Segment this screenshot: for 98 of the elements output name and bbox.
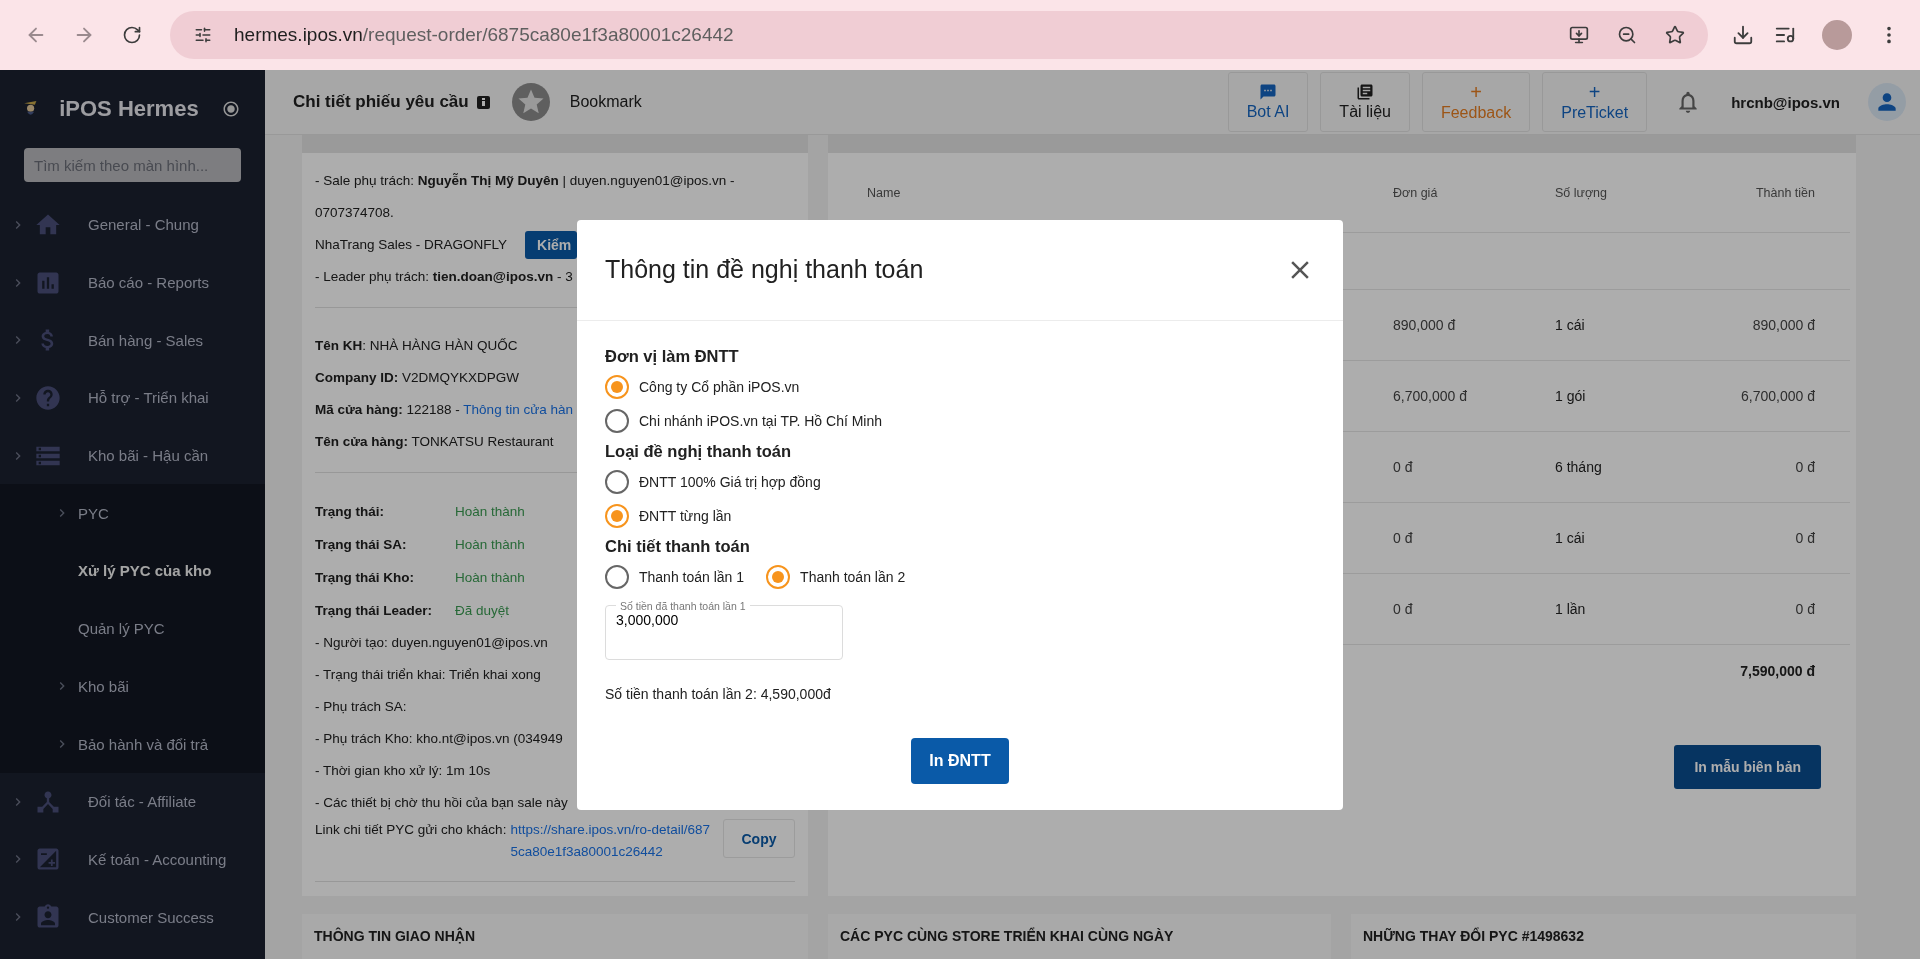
customer-info-text: Mã cửa hàng: 122188 - [315, 402, 461, 417]
radio-button[interactable] [605, 469, 629, 494]
sidebar-item[interactable]: Kế toán - Accounting [0, 830, 265, 889]
section-title: Đơn vị làm ĐNTT [605, 346, 740, 366]
summary-text: Số tiền thanh toán lần 2: 4,590,000đ [605, 685, 832, 702]
team-text: NhaTrang Sales - DRAGONFLY [315, 236, 508, 254]
amount-field[interactable]: Số tiền đã thanh toán lần 1 3,000,000 [605, 599, 843, 660]
books-icon [1356, 83, 1375, 101]
table-cell-text: 0 đ [1794, 459, 1815, 475]
sidebar-item[interactable]: Kho bãi - Hậu cần [0, 426, 265, 485]
radio-button[interactable] [605, 564, 629, 589]
radio-button[interactable] [605, 408, 629, 433]
status-value: Hoàn thành [455, 536, 525, 554]
column-header: Số lượng [1555, 185, 1608, 200]
column-header: Name [867, 185, 902, 200]
brand-name: iPOS Hermes [59, 96, 199, 122]
bookmark-label[interactable]: Bookmark [569, 93, 1216, 111]
submenu-item[interactable]: Bảo hành và đổi trả [0, 715, 265, 773]
chat-icon [1259, 83, 1277, 101]
table-cell-text: 0 đ [1794, 601, 1815, 617]
header-action-button[interactable]: Bot AI [1227, 72, 1309, 132]
section-card-title: CÁC PYC CÙNG STORE TRIỂN KHAI CÙNG NGÀY [828, 914, 1331, 959]
sidebar-item[interactable]: Hỗ trợ - Triển khai [0, 369, 265, 427]
option-label[interactable]: Thanh toán lần 2 [800, 568, 906, 585]
note-text: - Phụ trách Kho: kho.nt@ipos.vn (034949 [315, 730, 563, 748]
sidebar-item[interactable]: General - Chung [0, 196, 265, 254]
amount-input[interactable]: 3,000,000 [616, 611, 832, 628]
store-info-link[interactable]: Thông tin cửa hàn [463, 402, 573, 417]
dialog-title: Thông tin đề nghị thanh toán [605, 255, 924, 284]
grand-total: 7,590,000 đ [1739, 663, 1815, 679]
option-label[interactable]: Chi nhánh iPOS.vn tại TP. Hồ Chí Minh [639, 412, 883, 429]
status-value: Hoàn thành [455, 569, 525, 587]
print-report-button[interactable]: In mẫu biên bản [1674, 745, 1821, 789]
table-cell-text: 1 gói [1555, 388, 1587, 404]
sidebar-item[interactable]: Đối tác - Affiliate [0, 772, 265, 831]
note-text: - Trạng thái triển khai: Triển khai xong [315, 666, 541, 684]
section-card-title: NHỮNG THAY ĐỔI PYC #1498632 [1351, 914, 1856, 959]
note-text: - Các thiết bị chờ thu hồi của bạn sale này [315, 794, 568, 812]
option-label[interactable]: Thanh toán lần 1 [639, 568, 745, 585]
table-cell-text: 6,700,000 đ [1393, 388, 1468, 404]
header-action-button[interactable]: + PreTicket [1542, 72, 1648, 132]
header-action-button[interactable]: Tài liệu [1320, 72, 1410, 132]
section-card-title: THÔNG TIN GIAO NHẬN [302, 914, 808, 959]
note-text: - Phụ trách SA: [315, 698, 407, 716]
user-avatar-icon[interactable] [1868, 83, 1906, 121]
submenu-item[interactable]: PYC [0, 484, 265, 543]
note-text: - Người tạo: duyen.nguyen01@ipos.vn [315, 634, 548, 652]
option-label[interactable]: Công ty Cổ phần iPOS.vn [639, 378, 800, 395]
info-icon[interactable] [476, 95, 490, 109]
share-label-text: Link chi tiết PYC gửi cho khách: [315, 821, 507, 839]
status-label: Trạng thái: [315, 503, 385, 521]
customer-info-text: Company ID: V2DMQYKXDPGW [315, 369, 520, 387]
option-label[interactable]: ĐNTT 100% Giá trị hợp đồng [639, 473, 821, 490]
submenu-item[interactable]: Kho bãi [0, 657, 265, 716]
leader-info-text: - Leader phụ trách: tien.doan@ipos.vn - 3 [315, 268, 573, 286]
column-header: Thành tiền [1754, 185, 1815, 200]
address-bar[interactable]: hermes.ipos.vn/request-order/6875ca80e1f3a80001c26442 [170, 11, 1708, 59]
sale-info-text: - Sale phụ trách: Nguyễn Thị Mỹ Duyên | duyen.nguyen01@ipos.vn - 0707374708. [315, 172, 736, 222]
share-link[interactable]: https://share.ipos.vn/ro-detail/6875ca80e1f3a80001c26442 [510, 819, 711, 863]
sidebar-item[interactable]: Customer Success [0, 888, 265, 946]
table-cell-text: 6 tháng [1555, 459, 1603, 475]
customer-info-text: Tên KH: NHÀ HÀNG HÀN QUỐC [315, 337, 518, 355]
submenu-item[interactable]: Quản lý PYC [0, 599, 265, 658]
check-button[interactable]: Kiểm [525, 231, 578, 259]
submenu-item[interactable]: Xử lý PYC của kho [0, 542, 265, 600]
table-cell-text: 0 đ [1393, 459, 1414, 475]
table-cell-text: 1 cái [1555, 530, 1586, 546]
table-cell-text: 0 đ [1393, 530, 1414, 546]
print-payment-button[interactable]: In ĐNTT [911, 737, 1009, 784]
status-label: Trạng thái Leader: [315, 602, 434, 620]
table-cell-text: 0 đ [1794, 530, 1815, 546]
url-text: hermes.ipos.vn/request-order/6875ca80e1f3a80001c26442 [234, 24, 735, 46]
section-title: Loại đề nghị thanh toán [605, 441, 793, 461]
user-email: hrcnb@ipos.vn [1731, 93, 1840, 111]
section-title: Chi tiết thanh toán [605, 536, 751, 556]
status-value: Hoàn thành [455, 503, 525, 521]
sidebar-item[interactable]: Báo cáo - Reports [0, 253, 265, 312]
status-value: Đã duyệt [455, 602, 510, 620]
table-cell-text: 1 lần [1555, 601, 1587, 617]
radio-button[interactable] [766, 564, 791, 589]
radio-button[interactable] [605, 503, 629, 528]
page-title: Chi tiết phiếu yêu cầu [293, 92, 469, 112]
copy-button[interactable]: Copy [723, 819, 795, 858]
radio-button[interactable] [605, 374, 629, 399]
sidebar-item[interactable]: Bán hàng - Sales [0, 311, 265, 370]
table-cell-text: 6,700,000 đ [1740, 388, 1815, 404]
column-header: Đơn giá [1393, 185, 1439, 200]
customer-info-text: Tên cửa hàng: TONKATSU Restaurant [315, 433, 554, 451]
table-cell-text: 890,000 đ [1393, 317, 1457, 333]
table-cell-text: 1 cái [1555, 317, 1586, 333]
option-label[interactable]: ĐNTT từng lần [639, 507, 732, 524]
star-badge-icon[interactable] [511, 83, 550, 121]
status-label: Trạng thái SA: [315, 536, 408, 554]
table-cell-text: 0 đ [1393, 601, 1414, 617]
table-cell-text: 890,000 đ [1751, 317, 1815, 333]
help-icon [34, 383, 62, 412]
status-label: Trạng thái Kho: [315, 569, 415, 587]
note-text: - Thời gian kho xử lý: 1m 10s [315, 762, 491, 780]
